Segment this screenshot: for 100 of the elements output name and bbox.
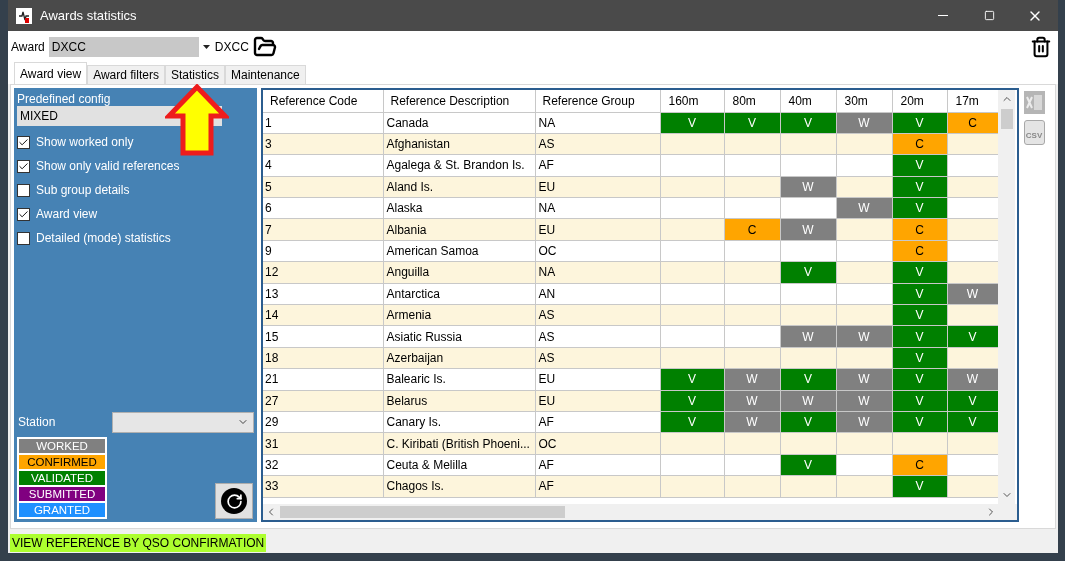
table-cell: 29 xyxy=(263,411,383,433)
config-label: Predefined config xyxy=(17,91,112,106)
column-header[interactable]: 30m xyxy=(836,90,892,112)
table-cell: 15 xyxy=(263,325,383,348)
checkbox-label: Show worked only xyxy=(36,134,134,151)
column-header[interactable]: Reference Code xyxy=(263,90,383,112)
table-cell: 6 xyxy=(263,197,383,219)
tab[interactable]: Statistics xyxy=(164,65,225,84)
trash-icon[interactable] xyxy=(1030,35,1052,58)
table-cell: Anguilla xyxy=(383,261,535,284)
table-cell: EU xyxy=(535,176,660,198)
table-cell: EU xyxy=(535,390,660,412)
tab[interactable]: Award view xyxy=(14,62,88,84)
table-cell: 32 xyxy=(263,454,383,476)
table-cell: Canada xyxy=(383,112,535,134)
minimize-icon xyxy=(938,15,948,16)
refresh-button[interactable] xyxy=(215,483,253,519)
tab[interactable]: Maintenance xyxy=(224,65,306,84)
table-cell: AF xyxy=(535,154,660,177)
legend-item: CONFIRMED xyxy=(19,455,105,469)
table-cell: 18 xyxy=(263,347,383,369)
checkbox[interactable] xyxy=(17,183,30,197)
app-icon xyxy=(16,7,32,24)
horizontal-scrollbar[interactable] xyxy=(263,504,1017,520)
table-cell: Aland Is. xyxy=(383,176,535,198)
table-cell: 14 xyxy=(263,304,383,326)
table-cell: Azerbaijan xyxy=(383,347,535,369)
checkbox-label: Detailed (mode) statistics xyxy=(36,230,171,247)
table-cell: Belarus xyxy=(383,390,535,412)
table-cell: 33 xyxy=(263,475,383,498)
vertical-scrollbar[interactable] xyxy=(998,90,1015,504)
table-cell: Asiatic Russia xyxy=(383,325,535,348)
table-cell: Alaska xyxy=(383,197,535,219)
table-cell: American Samoa xyxy=(383,240,535,262)
checkbox-label: Show only valid references xyxy=(36,158,180,175)
table-cell: Chagos Is. xyxy=(383,475,535,498)
checkbox-label: Award view xyxy=(36,206,98,223)
table-cell: Balearic Is. xyxy=(383,368,535,391)
table-cell: AS xyxy=(535,133,660,155)
table-cell: 4 xyxy=(263,154,383,177)
table-cell: AS xyxy=(535,304,660,326)
station-dropdown[interactable] xyxy=(112,411,254,433)
table-cell: AF xyxy=(535,454,660,476)
table-cell: AN xyxy=(535,283,660,305)
checkbox[interactable] xyxy=(17,159,30,173)
table-cell: C. Kiribati (British Phoeni... xyxy=(383,432,535,455)
table-cell: Armenia xyxy=(383,304,535,326)
table-cell: NA xyxy=(535,112,660,134)
table-cell: Afghanistan xyxy=(383,133,535,155)
folder-icon[interactable] xyxy=(252,34,277,59)
column-header[interactable]: Reference Description xyxy=(383,90,535,112)
column-header[interactable]: Reference Group xyxy=(535,90,660,112)
table-cell: AF xyxy=(535,475,660,498)
scrollbar-thumb[interactable] xyxy=(1000,109,1013,129)
table-cell: AF xyxy=(535,411,660,433)
table-cell: 27 xyxy=(263,390,383,412)
table-cell: 31 xyxy=(263,432,383,455)
table-cell: Albania xyxy=(383,218,535,241)
table-cell: EU xyxy=(535,368,660,391)
column-header[interactable]: 160m xyxy=(660,90,724,112)
table-cell: 1 xyxy=(263,112,383,134)
award-dropdown[interactable]: DXCC xyxy=(48,36,199,57)
table-cell: Canary Is. xyxy=(383,411,535,433)
table-cell: OC xyxy=(535,240,660,262)
legend-item: WORKED xyxy=(19,439,105,453)
window-title: Awards statistics xyxy=(40,6,137,25)
legend-item: SUBMITTED xyxy=(19,487,105,501)
award-label: Award xyxy=(11,38,45,56)
station-label: Station xyxy=(17,414,57,431)
scrollbar-thumb[interactable] xyxy=(280,506,565,518)
maximize-icon xyxy=(983,10,995,21)
pointer-arrow xyxy=(165,84,229,156)
table-cell: NA xyxy=(535,261,660,284)
award-name: DXCC xyxy=(214,38,249,56)
column-header[interactable]: 80m xyxy=(724,90,780,112)
checkbox[interactable] xyxy=(17,207,30,221)
legend-item: GRANTED xyxy=(19,503,105,517)
table-cell: OC xyxy=(535,432,660,455)
table-cell: NA xyxy=(535,197,660,219)
column-header[interactable]: 40m xyxy=(780,90,836,112)
caret-icon[interactable] xyxy=(202,44,210,49)
table-cell: EU xyxy=(535,218,660,241)
column-header[interactable]: 17m xyxy=(947,90,998,112)
table-cell: 3 xyxy=(263,133,383,155)
checkbox[interactable] xyxy=(17,135,30,149)
table-cell: Antarctica xyxy=(383,283,535,305)
table-cell: 7 xyxy=(263,218,383,241)
column-header[interactable]: 20m xyxy=(892,90,947,112)
table-cell: 5 xyxy=(263,176,383,198)
table-cell: AS xyxy=(535,325,660,348)
checkbox[interactable] xyxy=(17,231,30,245)
table-cell: 12 xyxy=(263,261,383,284)
checkbox-label: Sub group details xyxy=(36,182,130,199)
legend-item: VALIDATED xyxy=(19,471,105,485)
table-cell: Agalega & St. Brandon Is. xyxy=(383,154,535,177)
table-cell: AS xyxy=(535,347,660,369)
table-cell: 9 xyxy=(263,240,383,262)
status-message: VIEW REFERENCE BY QSO CONFIRMATION xyxy=(10,534,267,552)
tab[interactable]: Award filters xyxy=(87,65,165,84)
table-cell: 21 xyxy=(263,368,383,391)
